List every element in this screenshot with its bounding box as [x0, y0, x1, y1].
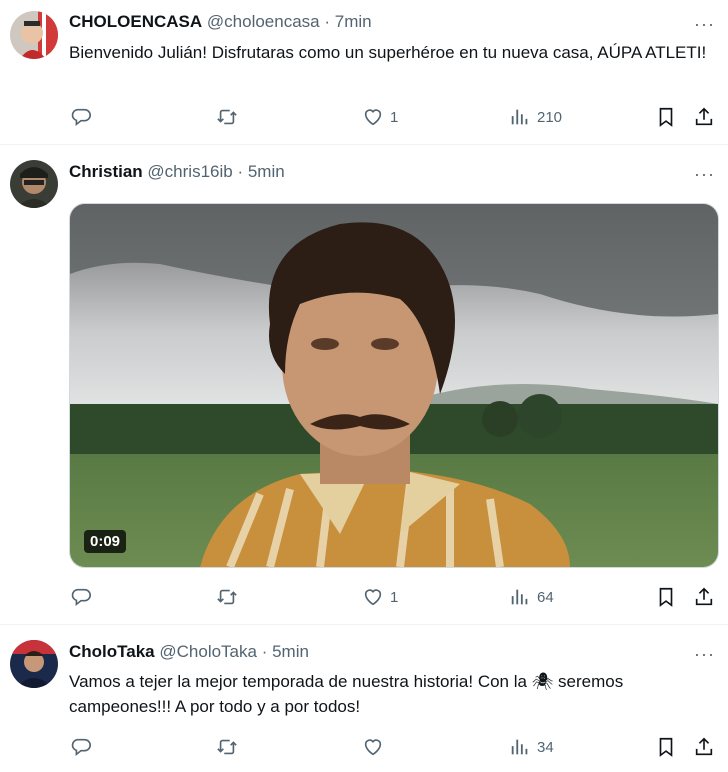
- share-icon: [693, 586, 715, 608]
- tweet-text: Vamos a tejer la mejor temporada de nues…: [69, 669, 719, 719]
- views-icon: [509, 106, 531, 128]
- like-count: 1: [390, 588, 399, 606]
- bookmark-button[interactable]: [655, 105, 677, 129]
- bookmark-icon: [655, 736, 677, 758]
- tweet-2[interactable]: Christian @chris16ib · 5min ··· 0:09 1 6…: [0, 145, 728, 625]
- tweet-actions: 34: [0, 735, 728, 759]
- display-name[interactable]: Christian: [69, 162, 143, 181]
- views-icon: [509, 586, 531, 608]
- tweet-actions: 1 210: [0, 105, 728, 129]
- more-options-icon[interactable]: ···: [694, 165, 714, 188]
- spider-emoji: 🕷: [531, 672, 554, 691]
- reply-icon: [70, 586, 92, 608]
- video-player[interactable]: 0:09: [69, 203, 719, 568]
- retweet-icon: [216, 106, 238, 128]
- tweet-header: CholoTaka @CholoTaka · 5min: [69, 642, 309, 664]
- avatar[interactable]: [10, 11, 58, 59]
- share-icon: [693, 106, 715, 128]
- like-icon: [362, 586, 384, 608]
- retweet-button[interactable]: [216, 585, 238, 609]
- like-button[interactable]: 1: [362, 585, 398, 609]
- handle[interactable]: @choloencasa: [207, 12, 320, 31]
- views-icon: [509, 736, 531, 758]
- reply-button[interactable]: [70, 735, 92, 759]
- separator: ·: [256, 642, 273, 661]
- video-thumbnail: [70, 204, 718, 567]
- retweet-button[interactable]: [216, 735, 238, 759]
- timestamp[interactable]: 5min: [272, 642, 309, 661]
- views-button[interactable]: 64: [509, 585, 554, 609]
- display-name[interactable]: CHOLOENCASA: [69, 12, 202, 31]
- avatar[interactable]: [10, 640, 58, 688]
- more-options-icon[interactable]: ···: [694, 645, 714, 668]
- retweet-button[interactable]: [216, 105, 238, 129]
- tweet-text-part: Vamos a tejer la mejor temporada de nues…: [69, 672, 527, 691]
- video-duration: 0:09: [84, 530, 127, 553]
- separator: ·: [232, 162, 248, 181]
- reply-button[interactable]: [70, 105, 92, 129]
- like-button[interactable]: 1: [362, 105, 398, 129]
- views-count: 64: [537, 588, 554, 606]
- reply-icon: [70, 736, 92, 758]
- views-count: 34: [537, 738, 554, 756]
- share-button[interactable]: [693, 585, 715, 609]
- share-button[interactable]: [693, 735, 715, 759]
- handle[interactable]: @CholoTaka: [159, 642, 257, 661]
- like-count: 1: [390, 108, 399, 126]
- retweet-icon: [216, 586, 238, 608]
- views-count: 210: [537, 108, 563, 126]
- like-button[interactable]: [362, 735, 390, 759]
- views-button[interactable]: 34: [509, 735, 554, 759]
- tweet-actions: 1 64: [0, 585, 728, 609]
- separator: ·: [319, 12, 335, 31]
- more-options-icon[interactable]: ···: [694, 15, 714, 38]
- bookmark-button[interactable]: [655, 735, 677, 759]
- display-name[interactable]: CholoTaka: [69, 642, 155, 661]
- like-icon: [362, 736, 384, 758]
- tweet-3[interactable]: CholoTaka @CholoTaka · 5min ··· Vamos a …: [0, 625, 728, 772]
- retweet-icon: [216, 736, 238, 758]
- views-button[interactable]: 210: [509, 105, 562, 129]
- avatar[interactable]: [10, 160, 58, 208]
- reply-button[interactable]: [70, 585, 92, 609]
- bookmark-icon: [655, 586, 677, 608]
- tweet-text: Bienvenido Julián! Disfrutaras como un s…: [69, 43, 707, 62]
- share-button[interactable]: [693, 105, 715, 129]
- handle[interactable]: @chris16ib: [147, 162, 232, 181]
- reply-icon: [70, 106, 92, 128]
- tweet-1[interactable]: CHOLOENCASA @choloencasa · 7min ··· Bien…: [0, 0, 728, 145]
- timestamp[interactable]: 5min: [248, 162, 285, 181]
- tweet-header: Christian @chris16ib · 5min: [69, 162, 285, 184]
- share-icon: [693, 736, 715, 758]
- bookmark-button[interactable]: [655, 585, 677, 609]
- timestamp[interactable]: 7min: [335, 12, 372, 31]
- bookmark-icon: [655, 106, 677, 128]
- like-icon: [362, 106, 384, 128]
- tweet-header: CHOLOENCASA @choloencasa · 7min: [69, 12, 372, 34]
